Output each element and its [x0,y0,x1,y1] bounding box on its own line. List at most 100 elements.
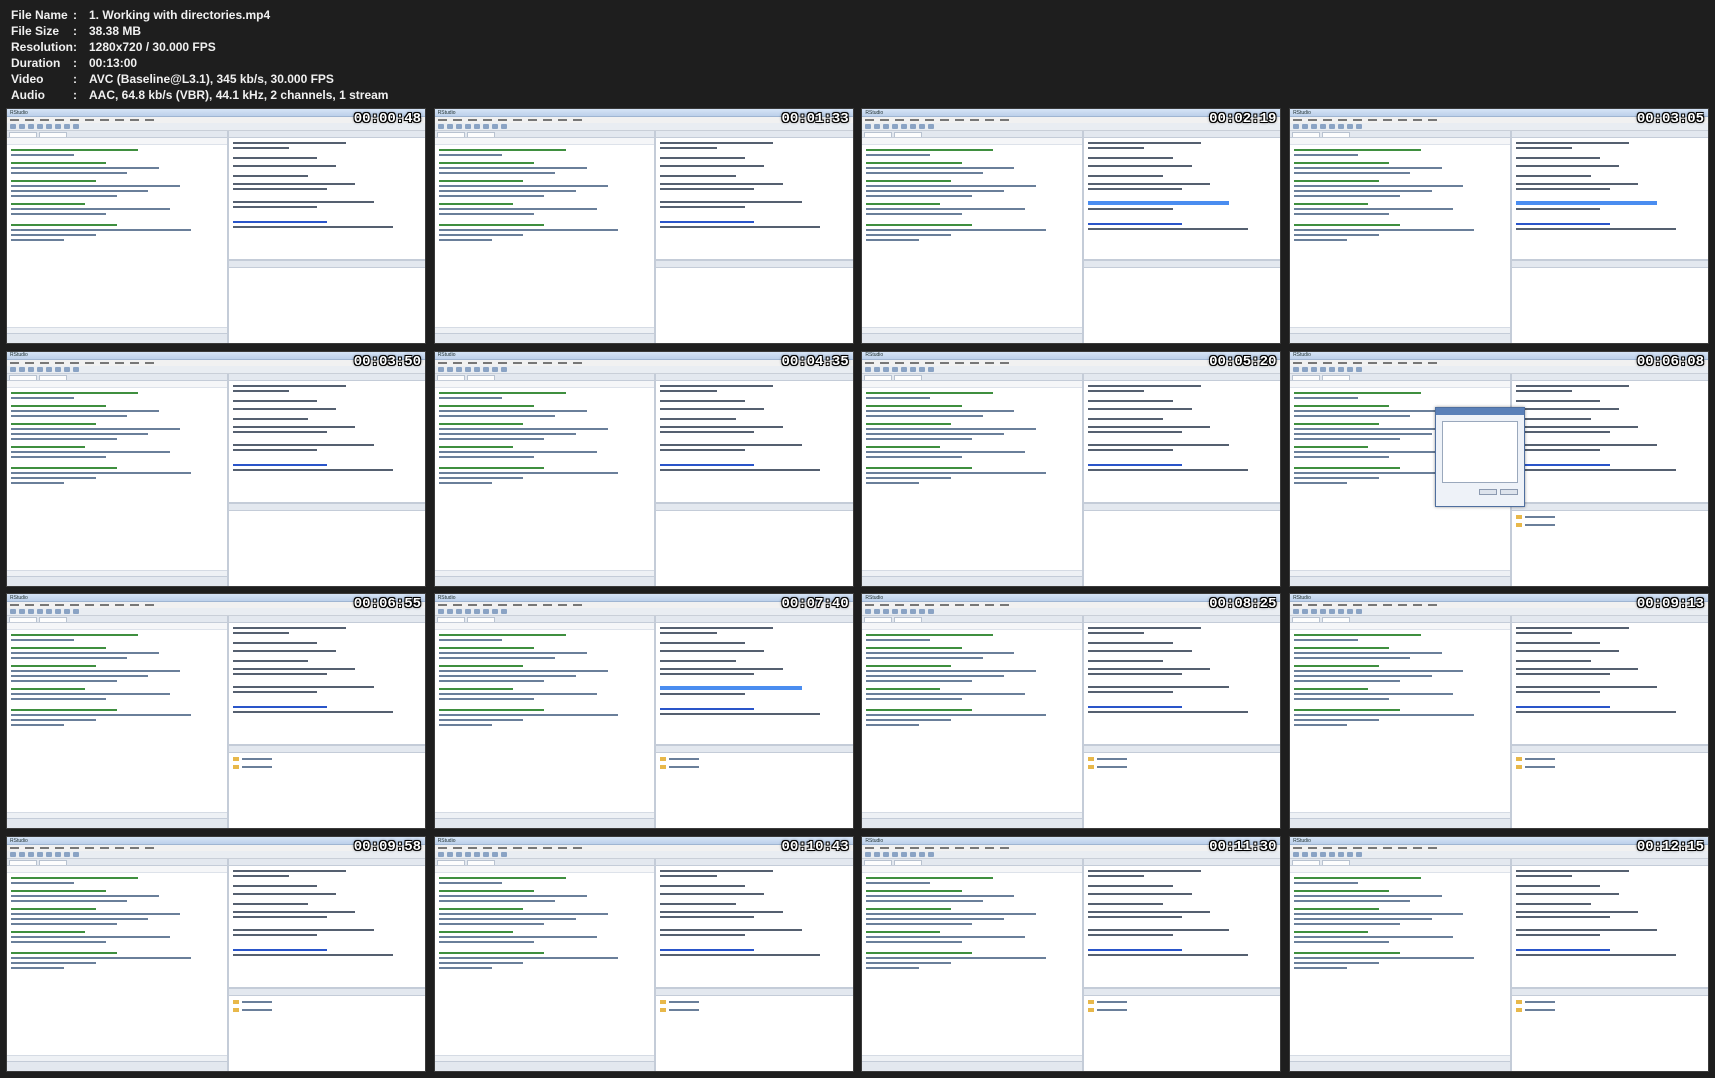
text-line [232,691,318,694]
ide-body [862,131,1281,343]
text-line [438,931,513,934]
ide-body [1290,616,1709,829]
toolbar-icon [865,609,872,615]
text-line [232,201,374,203]
menu-item [70,847,79,850]
text-line [866,203,941,205]
right-panes [1511,616,1709,828]
menu-item [40,119,49,121]
toolbar-icon [874,366,881,372]
files-pane [229,511,425,586]
menu-item [437,604,447,607]
menu-item [497,604,507,607]
text-line [1294,195,1400,197]
text-line [1294,952,1400,955]
folder-icon [1087,757,1094,762]
text-line [1294,670,1464,673]
text-line [1087,929,1230,932]
text-line [11,455,107,458]
toolbar-icon [883,124,890,129]
menu-item [482,119,492,121]
text-line [866,882,930,885]
text-line [232,916,327,919]
timestamp-label: 00:03:05 [1636,111,1705,127]
text-line [660,399,746,402]
toolbar-icon [46,124,52,129]
timestamp-label: 00:04:35 [781,353,849,370]
menu-item [910,119,920,121]
folder-name [1096,766,1127,769]
toolbar-icon [865,366,872,372]
text-line [1294,877,1421,880]
text-line [438,724,492,727]
folder-icon [1515,757,1522,762]
text-line [1515,911,1639,914]
menu-item [115,361,124,364]
text-line [866,962,951,965]
folder-name [1096,1009,1127,1012]
menu-item [1000,361,1010,364]
editor-tab [864,860,893,866]
editor-tab [436,374,465,380]
browse-folder-dialog [1435,406,1526,507]
code-editor [862,630,1082,812]
video-thumbnail: RStudio 00:03:05 [1289,108,1710,344]
files-pane [656,511,852,586]
dialog-button [1479,488,1498,495]
text-line [438,213,534,215]
text-line [1087,934,1173,937]
menu-item [437,361,447,364]
files-pane [229,996,425,1071]
menu-item [925,119,935,121]
menu-item [1353,119,1363,121]
menu-item [970,604,980,607]
text-line [1515,165,1620,167]
toolbar-icon [464,852,471,858]
text-line [1515,142,1629,144]
text-line [438,882,503,885]
folder-row [1515,757,1704,762]
text-line [660,188,755,190]
text-line [1515,954,1676,957]
text-line [11,180,96,182]
video-thumbnail: RStudio 00:09:58 [6,836,426,1073]
timestamp-label: 00:11:30 [1209,839,1277,856]
text-line [232,911,356,914]
window-title: RStudio [1293,352,1311,359]
history-pane [1290,333,1510,343]
menu-item [865,604,875,607]
text-line [232,934,318,937]
console-header [228,131,425,138]
text-line [1087,903,1164,906]
text-line [1294,224,1400,226]
text-line [232,673,327,676]
files-pane-tabs [1083,260,1281,268]
text-line [1294,149,1421,151]
text-line [11,466,117,469]
text-line [866,890,962,893]
code-editor [435,630,655,812]
history-pane [1290,1061,1510,1072]
source-pane [434,131,657,343]
text-line [660,430,755,433]
text-line [438,185,608,187]
folder-name [669,1009,700,1012]
toolbar-icon [446,366,453,372]
text-line [1087,660,1164,663]
text-line [1087,668,1211,671]
text-line [1515,389,1573,392]
menu-item [512,604,522,607]
menu-item [880,119,890,121]
text-line [866,437,973,440]
menu-item [467,119,477,121]
timestamp-label: 00:09:58 [353,839,421,856]
text-line [438,680,545,683]
text-line [1515,157,1601,159]
text-line [1515,929,1657,932]
files-pane [656,268,852,343]
history-pane [7,1061,227,1072]
menu-item [70,361,79,364]
toolbar-icon [46,366,52,372]
menu-item [955,119,965,121]
toolbar-icon [919,124,926,129]
